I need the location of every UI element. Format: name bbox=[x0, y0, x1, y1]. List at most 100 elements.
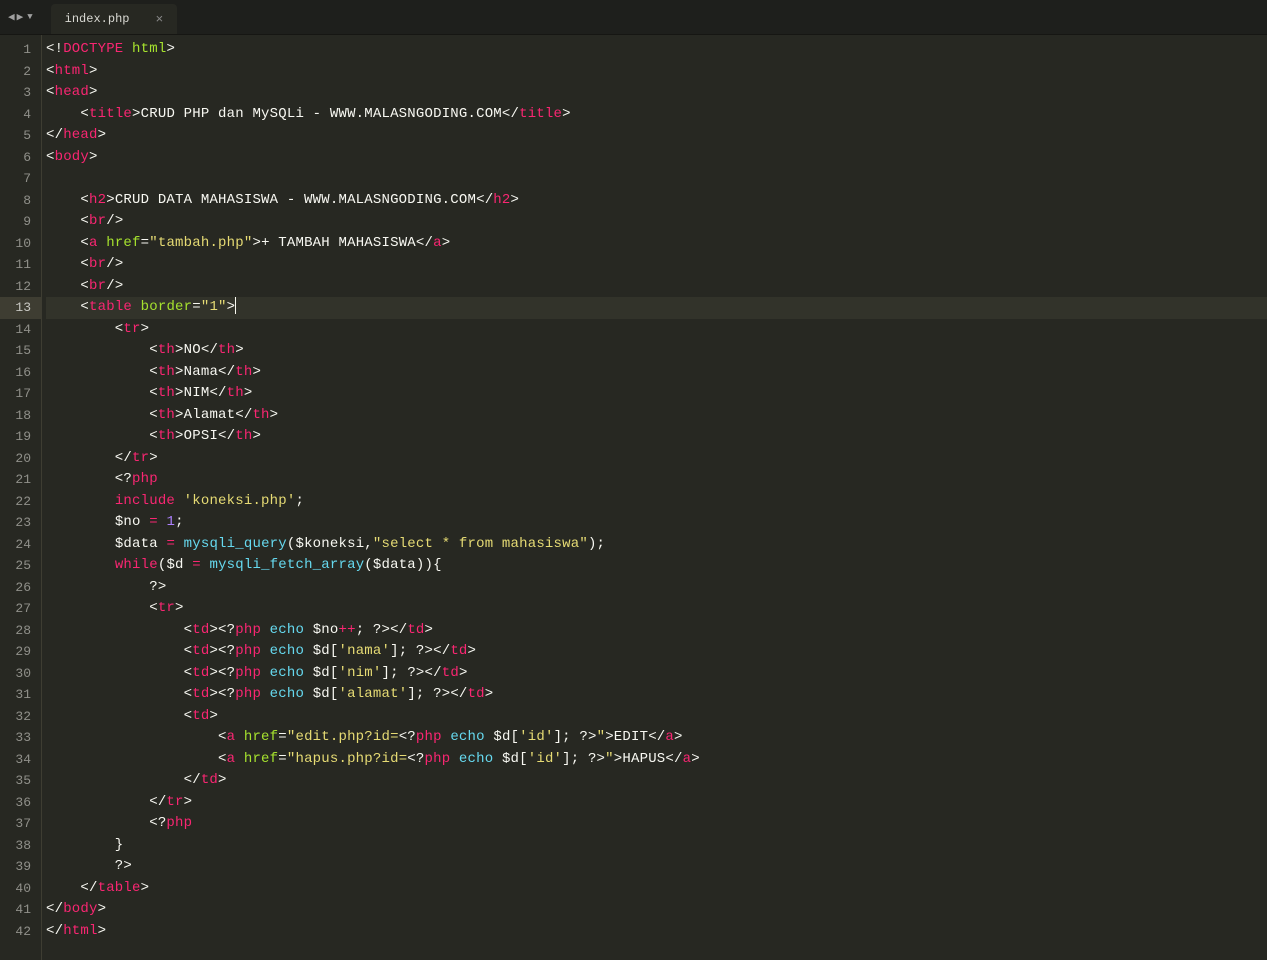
close-icon[interactable]: × bbox=[155, 12, 163, 27]
code-line[interactable]: <a href="tambah.php">+ TAMBAH MAHASISWA<… bbox=[46, 233, 1267, 255]
code-line[interactable]: <!DOCTYPE html> bbox=[46, 39, 1267, 61]
code-line[interactable]: <td><?php echo $d['alamat']; ?></td> bbox=[46, 684, 1267, 706]
code-line[interactable]: <th>Alamat</th> bbox=[46, 405, 1267, 427]
code-line[interactable]: <?php bbox=[46, 813, 1267, 835]
code-token: $d bbox=[166, 557, 183, 573]
code-line[interactable]: <h2>CRUD DATA MAHASISWA - WWW.MALASNGODI… bbox=[46, 190, 1267, 212]
tab-back-icon[interactable]: ◀ bbox=[8, 10, 15, 24]
line-number[interactable]: 23 bbox=[0, 512, 41, 534]
line-number[interactable]: 36 bbox=[0, 792, 41, 814]
code-line[interactable]: <tr> bbox=[46, 598, 1267, 620]
line-number[interactable]: 3 bbox=[0, 82, 41, 104]
line-number[interactable]: 8 bbox=[0, 190, 41, 212]
code-line[interactable]: ?> bbox=[46, 577, 1267, 599]
line-number[interactable]: 16 bbox=[0, 362, 41, 384]
line-number[interactable]: 42 bbox=[0, 921, 41, 943]
line-number[interactable]: 20 bbox=[0, 448, 41, 470]
code-line[interactable]: <td><?php echo $d['nama']; ?></td> bbox=[46, 641, 1267, 663]
line-number[interactable]: 19 bbox=[0, 426, 41, 448]
code-line[interactable]: </tr> bbox=[46, 792, 1267, 814]
tab-forward-icon[interactable]: ▶ bbox=[17, 10, 24, 24]
line-number[interactable]: 37 bbox=[0, 813, 41, 835]
code-line[interactable]: } bbox=[46, 835, 1267, 857]
code-line[interactable]: </td> bbox=[46, 770, 1267, 792]
code-line[interactable]: <br/> bbox=[46, 254, 1267, 276]
code-line[interactable]: include 'koneksi.php'; bbox=[46, 491, 1267, 513]
code-line[interactable]: ?> bbox=[46, 856, 1267, 878]
line-number[interactable]: 6 bbox=[0, 147, 41, 169]
code-line[interactable]: $no = 1; bbox=[46, 512, 1267, 534]
line-number[interactable]: 29 bbox=[0, 641, 41, 663]
line-number[interactable]: 28 bbox=[0, 620, 41, 642]
code-token: php bbox=[235, 643, 261, 659]
line-number[interactable]: 25 bbox=[0, 555, 41, 577]
code-line[interactable]: <br/> bbox=[46, 276, 1267, 298]
code-line[interactable]: <title>CRUD PHP dan MySQLi - WWW.MALASNG… bbox=[46, 104, 1267, 126]
code-line[interactable]: </head> bbox=[46, 125, 1267, 147]
code-line[interactable]: <?php bbox=[46, 469, 1267, 491]
code-line[interactable]: while($d = mysqli_fetch_array($data)){ bbox=[46, 555, 1267, 577]
code-line[interactable]: </html> bbox=[46, 921, 1267, 943]
line-number[interactable]: 5 bbox=[0, 125, 41, 147]
tab-dropdown-icon[interactable]: ▼ bbox=[27, 12, 32, 22]
line-number[interactable]: 40 bbox=[0, 878, 41, 900]
line-number[interactable]: 22 bbox=[0, 491, 41, 513]
code-line[interactable]: <th>NIM</th> bbox=[46, 383, 1267, 405]
line-number[interactable]: 39 bbox=[0, 856, 41, 878]
code-line[interactable]: <head> bbox=[46, 82, 1267, 104]
line-gutter: 1234567891011121314151617181920212223242… bbox=[0, 35, 42, 960]
code-line[interactable]: <html> bbox=[46, 61, 1267, 83]
line-number[interactable]: 2 bbox=[0, 61, 41, 83]
line-number[interactable]: 38 bbox=[0, 835, 41, 857]
code-line[interactable]: <td><?php echo $d['nim']; ?></td> bbox=[46, 663, 1267, 685]
code-line[interactable]: $data = mysqli_query($koneksi,"select * … bbox=[46, 534, 1267, 556]
line-number[interactable]: 4 bbox=[0, 104, 41, 126]
line-number[interactable]: 12 bbox=[0, 276, 41, 298]
line-number[interactable]: 18 bbox=[0, 405, 41, 427]
line-number[interactable]: 24 bbox=[0, 534, 41, 556]
line-number[interactable]: 10 bbox=[0, 233, 41, 255]
line-number[interactable]: 17 bbox=[0, 383, 41, 405]
code-token: > bbox=[459, 665, 468, 681]
code-line[interactable]: <a href="hapus.php?id=<?php echo $d['id'… bbox=[46, 749, 1267, 771]
code-token: ++ bbox=[339, 622, 356, 638]
line-number[interactable]: 41 bbox=[0, 899, 41, 921]
line-number[interactable]: 30 bbox=[0, 663, 41, 685]
code-token: "tambah.php" bbox=[149, 235, 252, 251]
line-number[interactable]: 35 bbox=[0, 770, 41, 792]
line-number[interactable]: 9 bbox=[0, 211, 41, 233]
code-line[interactable]: <a href="edit.php?id=<?php echo $d['id']… bbox=[46, 727, 1267, 749]
line-number[interactable]: 7 bbox=[0, 168, 41, 190]
code-token: td bbox=[192, 643, 209, 659]
line-number[interactable]: 15 bbox=[0, 340, 41, 362]
line-number[interactable]: 14 bbox=[0, 319, 41, 341]
line-number[interactable]: 1 bbox=[0, 39, 41, 61]
code-line[interactable]: <table border="1"> bbox=[46, 297, 1267, 319]
code-line[interactable]: <tr> bbox=[46, 319, 1267, 341]
line-number[interactable]: 11 bbox=[0, 254, 41, 276]
line-number[interactable]: 26 bbox=[0, 577, 41, 599]
code-line[interactable]: <th>NO</th> bbox=[46, 340, 1267, 362]
line-number[interactable]: 34 bbox=[0, 749, 41, 771]
code-line[interactable]: <th>Nama</th> bbox=[46, 362, 1267, 384]
line-number[interactable]: 32 bbox=[0, 706, 41, 728]
code-line[interactable] bbox=[46, 168, 1267, 190]
code-line[interactable]: </body> bbox=[46, 899, 1267, 921]
code-line[interactable]: <br/> bbox=[46, 211, 1267, 233]
tab-active[interactable]: index.php × bbox=[51, 4, 178, 34]
code-line[interactable]: <td><?php echo $no++; ?></td> bbox=[46, 620, 1267, 642]
line-number[interactable]: 33 bbox=[0, 727, 41, 749]
code-token: > bbox=[98, 901, 107, 917]
code-area[interactable]: <!DOCTYPE html><html><head> <title>CRUD … bbox=[42, 35, 1267, 960]
line-number[interactable]: 31 bbox=[0, 684, 41, 706]
code-line[interactable]: <td> bbox=[46, 706, 1267, 728]
code-token: = bbox=[192, 557, 201, 573]
code-line[interactable]: <body> bbox=[46, 147, 1267, 169]
line-number[interactable]: 21 bbox=[0, 469, 41, 491]
code-line[interactable]: </tr> bbox=[46, 448, 1267, 470]
code-token bbox=[235, 729, 244, 745]
code-line[interactable]: <th>OPSI</th> bbox=[46, 426, 1267, 448]
line-number[interactable]: 13 bbox=[0, 297, 41, 319]
code-line[interactable]: </table> bbox=[46, 878, 1267, 900]
line-number[interactable]: 27 bbox=[0, 598, 41, 620]
